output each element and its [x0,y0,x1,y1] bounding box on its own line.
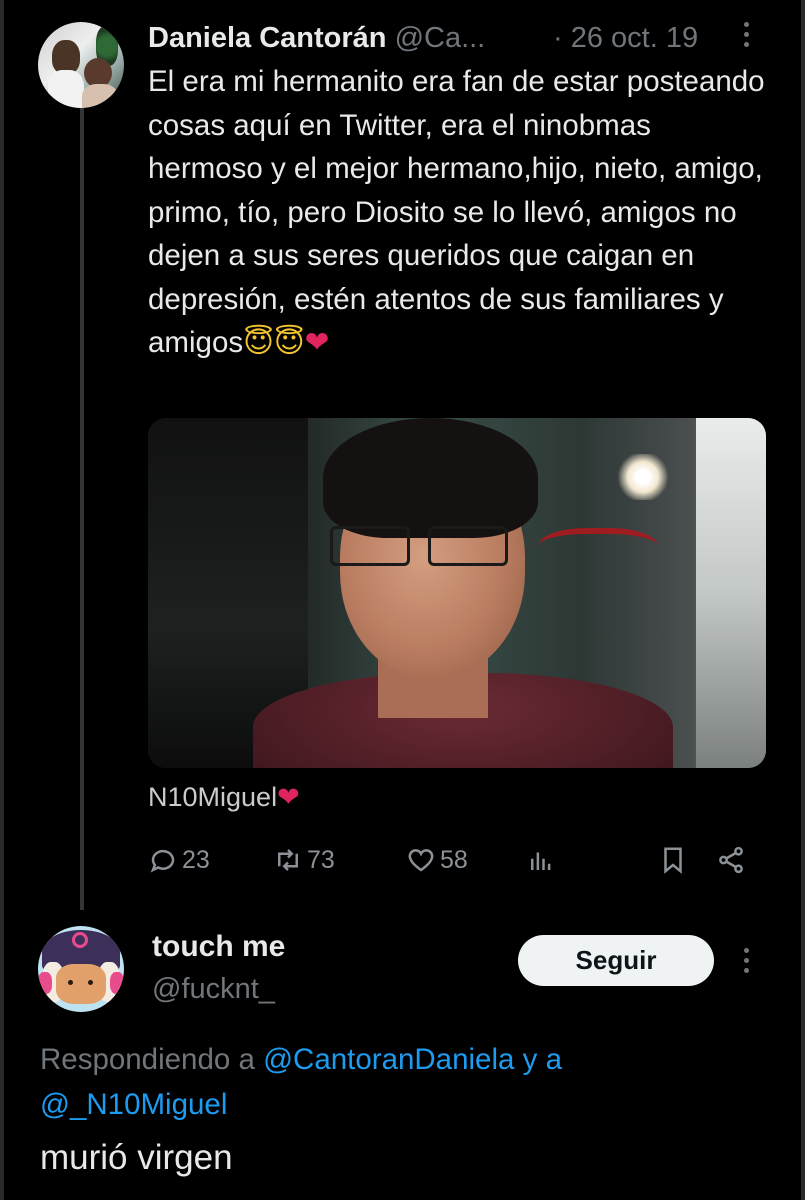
tweet-text: El era mi hermanito era fan de estar pos… [148,60,768,365]
reply-icon [150,849,175,873]
thread-connector-line [80,100,84,910]
tweet-body: El era mi hermanito era fan de estar pos… [148,65,765,359]
author-avatar[interactable] [38,22,124,108]
photo-caption: N10Miguel❤ [148,782,300,813]
more-icon[interactable] [738,948,754,978]
reply-action[interactable]: 23 [148,845,210,875]
reply-author-avatar[interactable] [38,926,124,1012]
heart-emoji: ❤ [304,325,330,359]
mention-link[interactable]: @_N10Miguel [40,1088,227,1121]
heart-emoji: ❤ [277,782,300,813]
share-icon [719,846,743,874]
share-action[interactable] [716,845,746,875]
reply-author-name[interactable]: touch me [152,930,285,964]
replying-joiner: y a [522,1043,562,1076]
author-name[interactable]: Daniela Cantorán [148,22,387,54]
tweet-photo[interactable] [148,418,766,768]
tweet-date[interactable]: · 26 oct. 19 [553,22,698,55]
date-separator: · [553,22,563,54]
tweet-header: Daniela Cantorán @Ca... [148,22,485,55]
replying-prefix: Respondiendo a [40,1043,255,1076]
retweet-action[interactable]: 73 [273,845,335,875]
mention-link[interactable]: @CantoranDaniela [263,1043,514,1076]
follow-button[interactable]: Seguir [518,935,714,986]
views-action[interactable] [526,845,556,875]
tweet-actions: 23 73 58 [148,845,753,881]
like-action[interactable]: 58 [406,845,468,875]
reply-author-handle[interactable]: @fucknt_ [152,973,275,1006]
more-icon[interactable] [738,22,754,52]
halo-emoji: 😇 [273,325,305,359]
date-text: 26 oct. 19 [570,22,699,54]
like-icon [408,849,434,872]
reply-count: 23 [182,845,210,874]
replying-to: Respondiendo a @CantoranDaniela y a @_N1… [40,1037,760,1127]
halo-emoji: 😇 [243,325,274,359]
caption-text: N10Miguel [148,782,278,812]
retweet-count: 73 [307,845,335,874]
bookmark-icon [664,847,682,874]
reply-text: murió virgen [40,1138,233,1177]
author-handle[interactable]: @Ca... [395,22,486,54]
like-count: 58 [440,845,468,874]
bookmark-action[interactable] [658,845,688,875]
retweet-icon [278,849,298,871]
views-icon [531,852,551,870]
